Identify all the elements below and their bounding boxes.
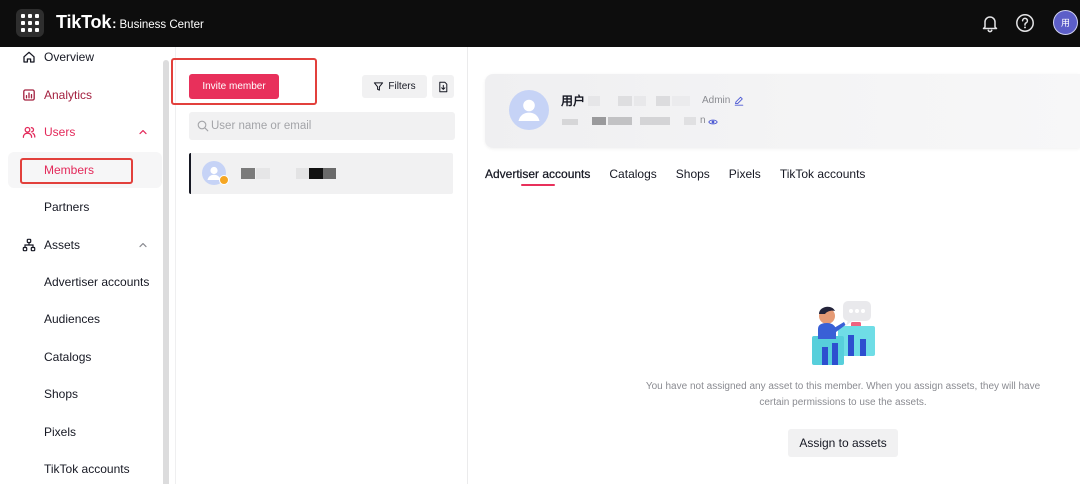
redacted-block [588, 96, 600, 106]
tab-label: TikTok accounts [779, 167, 866, 181]
redacted-block [241, 168, 255, 179]
product-name: Business Center [119, 19, 204, 31]
sidebar-item-assets[interactable]: Assets [0, 227, 162, 263]
brand-logo[interactable]: TikTok : Business Center [56, 12, 204, 34]
user-icon [518, 99, 540, 121]
analytics-icon [23, 89, 35, 101]
avatar [509, 90, 549, 130]
sidebar-item-advertiser-accounts[interactable]: Advertiser accounts [0, 264, 162, 300]
redacted-block [618, 96, 632, 106]
sidebar: Overview Analytics Users Members Partner [0, 47, 162, 484]
sidebar-item-tiktok-accounts[interactable]: TikTok accounts [0, 451, 162, 484]
redacted-block [684, 117, 696, 125]
invite-member-label: Invite member [202, 81, 266, 92]
tab-tiktok-accounts[interactable]: TikTok accounts [780, 165, 866, 187]
users-icon [22, 126, 36, 138]
sidebar-item-label: Partners [44, 200, 90, 214]
redacted-block [656, 96, 670, 106]
redacted-block [296, 168, 309, 179]
search-input[interactable] [211, 120, 441, 132]
redacted-block [592, 117, 606, 125]
chevron-up-icon[interactable] [137, 126, 149, 138]
export-icon [439, 81, 448, 92]
avatar-text: 用 [1060, 18, 1070, 28]
empty-state-message: You have not assigned any asset to this … [645, 381, 1041, 408]
bell-icon[interactable] [980, 13, 1000, 33]
sidebar-item-label: Members [44, 163, 95, 177]
redacted-block [323, 168, 336, 179]
sidebar-scrollbar[interactable] [163, 60, 169, 484]
sidebar-item-label: TikTok accounts [44, 462, 130, 476]
sidebar-item-label: Pixels [44, 425, 77, 439]
sidebar-item-overview[interactable]: Overview [0, 47, 162, 75]
sidebar-item-label: Catalogs [44, 350, 92, 364]
help-icon[interactable] [1015, 13, 1035, 33]
sidebar-item-users[interactable]: Users [0, 114, 162, 150]
brand-name: TikTok [56, 12, 112, 32]
member-subtitle: n [700, 115, 706, 126]
redacted-block [634, 96, 646, 106]
sidebar-item-analytics[interactable]: Analytics [0, 77, 162, 113]
redacted-block [640, 117, 670, 125]
filters-label: Filters [388, 81, 416, 92]
list-item[interactable] [189, 153, 453, 194]
tab-pixels[interactable]: Pixels [729, 165, 761, 187]
grid-icon[interactable] [16, 9, 44, 37]
tab-advertiser-accounts[interactable]: Advertiser accounts [485, 165, 591, 187]
tab-label: Pixels [728, 167, 761, 181]
redacted-block [672, 96, 690, 106]
redacted-block [562, 119, 578, 125]
member-role: Admin [702, 95, 731, 106]
assign-to-assets-button[interactable]: Assign to assets [788, 429, 898, 457]
sidebar-item-label: Advertiser accounts [44, 275, 150, 289]
tab-label: Shops [675, 167, 710, 181]
filters-button[interactable]: Filters [362, 75, 427, 98]
assets-icon [22, 238, 36, 252]
app-window: TikTok : Business Center 用 Overview Anal… [0, 0, 1080, 484]
home-icon [23, 51, 35, 63]
export-button[interactable] [432, 75, 454, 98]
sidebar-item-label: Assets [44, 238, 81, 252]
sidebar-item-label: Analytics [44, 88, 93, 102]
avatar[interactable]: 用 [1053, 10, 1078, 35]
brand-separator: : [112, 16, 117, 31]
sidebar-item-members[interactable]: Members [8, 152, 162, 188]
filter-icon [374, 82, 384, 91]
chevron-up-icon[interactable] [137, 239, 149, 251]
assign-label: Assign to assets [799, 436, 887, 450]
sidebar-item-label: Shops [44, 387, 79, 401]
sidebar-item-audiences[interactable]: Audiences [0, 301, 162, 337]
asset-tabs: Advertiser accounts Catalogs Shops Pixel… [485, 165, 865, 187]
member-name: 用户 [561, 94, 586, 108]
tab-label: Catalogs [609, 167, 657, 181]
tab-catalogs[interactable]: Catalogs [609, 165, 656, 187]
top-bar: TikTok : Business Center 用 [0, 0, 1080, 47]
eye-icon[interactable] [708, 117, 718, 127]
invite-member-button[interactable]: Invite member [189, 74, 279, 99]
sidebar-item-label: Users [44, 125, 76, 139]
member-profile-card: 用户 Admin n [485, 74, 1080, 148]
redacted-block [309, 168, 323, 179]
sidebar-item-partners[interactable]: Partners [0, 189, 162, 225]
sidebar-item-label: Audiences [44, 312, 101, 326]
redacted-block [256, 168, 270, 179]
tab-shops[interactable]: Shops [676, 165, 710, 187]
edit-icon[interactable] [734, 96, 744, 106]
sidebar-item-pixels[interactable]: Pixels [0, 414, 162, 450]
tab-active-indicator [520, 184, 555, 186]
sidebar-item-label: Overview [44, 50, 95, 64]
status-badge [219, 175, 229, 185]
search-icon [197, 120, 209, 132]
search-field[interactable] [189, 112, 455, 140]
sidebar-item-catalogs[interactable]: Catalogs [0, 339, 162, 375]
redacted-block [608, 117, 632, 125]
empty-state-illustration [812, 301, 875, 365]
sidebar-item-shops[interactable]: Shops [0, 376, 162, 412]
tab-label: Advertiser accounts [485, 167, 591, 181]
